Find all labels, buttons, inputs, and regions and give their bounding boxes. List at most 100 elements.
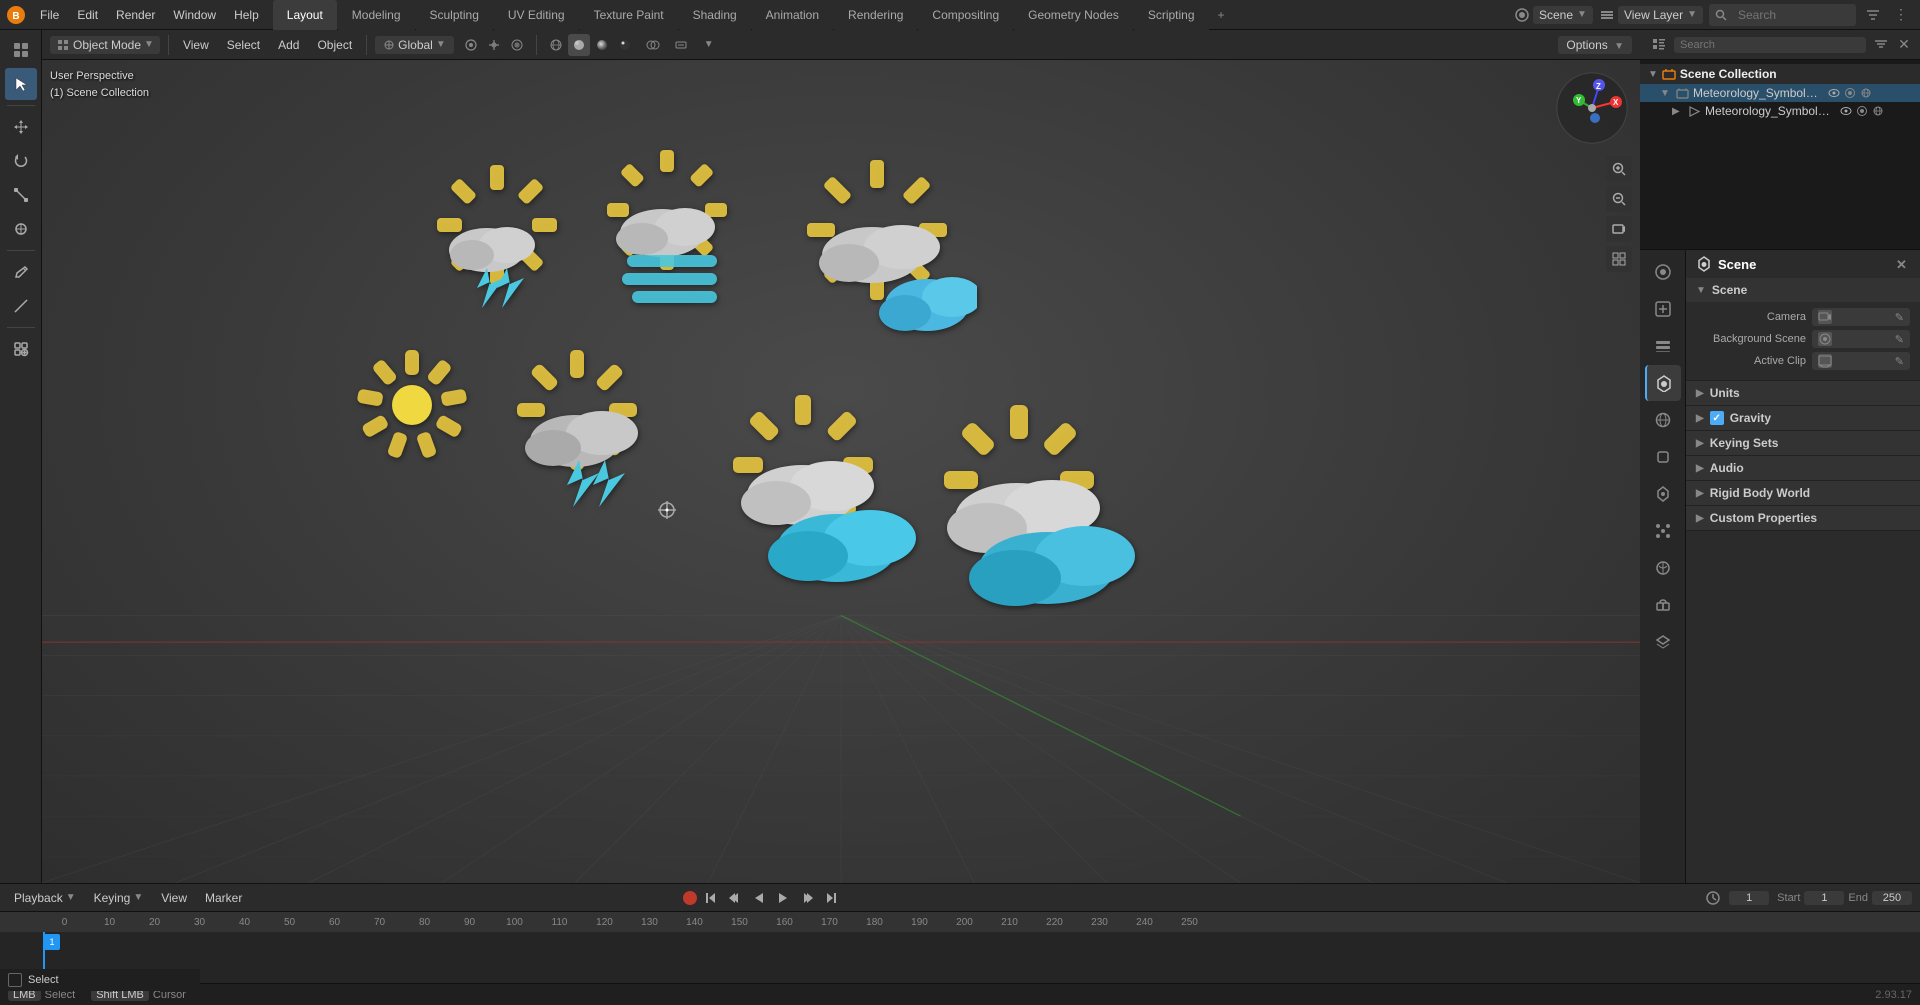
tab-sculpting[interactable]: Sculpting	[416, 0, 493, 30]
keying-sets-header[interactable]: ▶ Keying Sets	[1686, 431, 1920, 455]
transform-orientation[interactable]: Global ▼	[375, 36, 454, 54]
viewport-select-menu[interactable]: Select	[221, 36, 266, 54]
overlay-btn[interactable]	[642, 34, 664, 56]
item-0-expand[interactable]: ▼	[1660, 88, 1672, 99]
toolbar-rotate-btn[interactable]	[5, 145, 37, 177]
gravity-section-header[interactable]: ▶ ✓ Gravity	[1686, 406, 1920, 430]
tab-geometry-nodes[interactable]: Geometry Nodes	[1014, 0, 1133, 30]
current-frame-input[interactable]: 1	[1729, 891, 1769, 905]
item-1-expand[interactable]: ▶	[1672, 106, 1684, 117]
bg-scene-value[interactable]: ✎	[1812, 330, 1910, 348]
toolbar-cursor-btn[interactable]	[5, 68, 37, 100]
custom-props-header[interactable]: ▶ Custom Properties	[1686, 506, 1920, 530]
prop-tab-output[interactable]	[1645, 291, 1681, 327]
timeline-view-menu[interactable]: View	[155, 889, 193, 907]
tab-compositing[interactable]: Compositing	[918, 0, 1013, 30]
prop-tab-physics[interactable]	[1645, 550, 1681, 586]
navigation-gizmo[interactable]: Z X Y	[1552, 68, 1632, 148]
jump-end-btn[interactable]	[821, 888, 841, 908]
marker-menu[interactable]: Marker	[199, 889, 248, 907]
units-section-header[interactable]: ▶ Units	[1686, 381, 1920, 405]
toolbar-annotate-btn[interactable]	[5, 256, 37, 288]
solid-btn[interactable]	[568, 34, 590, 56]
prop-tab-constraints[interactable]	[1645, 587, 1681, 623]
end-frame-input[interactable]: 250	[1872, 891, 1912, 905]
camera-value[interactable]: ✎	[1812, 308, 1910, 326]
jump-start-btn[interactable]	[701, 888, 721, 908]
prop-tab-render[interactable]	[1645, 254, 1681, 290]
menu-help[interactable]: Help	[226, 5, 267, 25]
outliner-close-btn[interactable]: ✕	[1896, 37, 1912, 53]
step-back-btn[interactable]	[725, 888, 745, 908]
menu-file[interactable]: File	[32, 5, 67, 25]
play-reverse-btn[interactable]	[749, 888, 769, 908]
object-mode-selector[interactable]: Object Mode ▼	[50, 36, 160, 54]
prop-tab-modifier[interactable]	[1645, 476, 1681, 512]
menu-render[interactable]: Render	[108, 5, 163, 25]
item-1-render[interactable]	[1855, 104, 1869, 118]
outliner-filter-btn[interactable]	[1870, 34, 1892, 56]
scene-collection-header[interactable]: ▼ Scene Collection	[1640, 64, 1920, 84]
rendered-btn[interactable]	[614, 34, 636, 56]
wireframe-btn[interactable]	[545, 34, 567, 56]
outliner-item-1[interactable]: ▶ Meteorology_Symbols_w	[1640, 102, 1920, 120]
tab-modeling[interactable]: Modeling	[338, 0, 415, 30]
viewport-add-menu[interactable]: Add	[272, 36, 305, 54]
custom-props-arrow[interactable]: ▶	[1696, 513, 1704, 524]
viewport-view-menu[interactable]: View	[177, 36, 215, 54]
item-0-visibility[interactable]	[1827, 86, 1841, 100]
scene-props-close[interactable]: ✕	[1896, 257, 1910, 271]
toolbar-scale-btn[interactable]	[5, 179, 37, 211]
scene-selector[interactable]: Scene ▼	[1533, 6, 1593, 24]
item-1-visibility[interactable]	[1839, 104, 1853, 118]
toolbar-measure-btn[interactable]	[5, 290, 37, 322]
material-preview-btn[interactable]	[591, 34, 613, 56]
tab-layout[interactable]: Layout	[273, 0, 337, 30]
grid-view-btn[interactable]	[1606, 246, 1632, 272]
tab-shading[interactable]: Shading	[679, 0, 751, 30]
outliner-item-0[interactable]: ▼ Meteorology_Symbols_with_S	[1640, 84, 1920, 102]
prop-tab-object-data[interactable]	[1645, 624, 1681, 660]
active-clip-edit-btn[interactable]: ✎	[1895, 355, 1904, 368]
prop-tab-scene[interactable]	[1645, 365, 1681, 401]
playback-menu[interactable]: Playback ▼	[8, 889, 82, 907]
toolbar-mode-icon[interactable]	[5, 34, 37, 66]
outliner-search-input[interactable]	[1674, 37, 1866, 53]
keying-menu[interactable]: Keying ▼	[88, 889, 150, 907]
scene-section-arrow[interactable]: ▼	[1696, 285, 1706, 296]
rigid-body-arrow[interactable]: ▶	[1696, 488, 1704, 499]
timeline-ruler[interactable]: 0 10 20 30 40 50 60 70 80 90 100 110 120…	[0, 912, 1920, 983]
rigid-body-header[interactable]: ▶ Rigid Body World	[1686, 481, 1920, 505]
tab-texture-paint[interactable]: Texture Paint	[580, 0, 678, 30]
keying-sets-arrow[interactable]: ▶	[1696, 438, 1704, 449]
item-0-render[interactable]	[1843, 86, 1857, 100]
toolbar-move-btn[interactable]	[5, 111, 37, 143]
tab-scripting[interactable]: Scripting	[1134, 0, 1209, 30]
start-frame-input[interactable]: 1	[1804, 891, 1844, 905]
viewport-canvas[interactable]: User Perspective (1) Scene Collection Z …	[42, 60, 1640, 883]
camera-view-btn[interactable]	[1606, 216, 1632, 242]
tab-rendering[interactable]: Rendering	[834, 0, 917, 30]
top-extra-icon[interactable]: ⋮	[1890, 4, 1912, 26]
viewport-options-btn[interactable]: Options ▼	[1558, 36, 1632, 54]
prop-tab-particles[interactable]	[1645, 513, 1681, 549]
tab-animation[interactable]: Animation	[752, 0, 833, 30]
top-search-input[interactable]	[1730, 6, 1850, 24]
step-forward-btn[interactable]	[797, 888, 817, 908]
add-workspace-button[interactable]: +	[1210, 0, 1233, 30]
snap-icon[interactable]	[483, 34, 505, 56]
gravity-section-arrow[interactable]: ▶	[1696, 413, 1704, 424]
play-forward-btn[interactable]	[773, 888, 793, 908]
item-1-extra[interactable]	[1871, 104, 1885, 118]
toolbar-transform-btn[interactable]	[5, 213, 37, 245]
units-section-arrow[interactable]: ▶	[1696, 388, 1704, 399]
prop-tab-view-layer[interactable]	[1645, 328, 1681, 364]
outliner-view-icon[interactable]	[1648, 34, 1670, 56]
view-layer-selector[interactable]: View Layer ▼	[1618, 6, 1703, 24]
viewport-object-menu[interactable]: Object	[311, 36, 358, 54]
pivot-icon[interactable]	[460, 34, 482, 56]
record-btn[interactable]	[683, 891, 697, 905]
toolbar-add-btn[interactable]	[5, 333, 37, 365]
menu-edit[interactable]: Edit	[69, 5, 106, 25]
item-0-extra[interactable]	[1859, 86, 1873, 100]
